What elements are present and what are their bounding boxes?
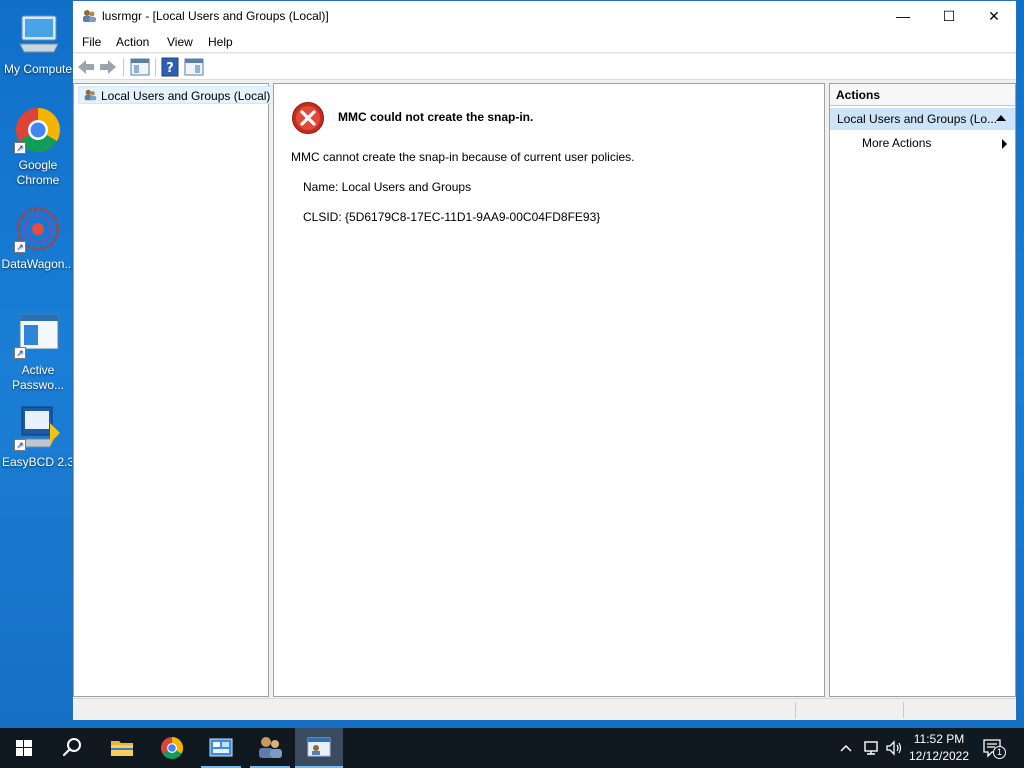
actions-pane: Actions Local Users and Groups (Lo... Mo… [829,83,1016,697]
toolbar-separator [155,58,156,76]
control-panel-icon [209,738,233,757]
chrome-icon[interactable] [148,728,196,768]
toolbar-separator [123,58,124,76]
console-tree-pane: Local Users and Groups (Local) [73,83,276,697]
desktop-icon-label: Active Passwo... [11,363,65,392]
collapse-arrow-icon[interactable] [996,115,1006,121]
maximize-button[interactable]: ☐ [926,1,972,31]
windows-start-icon[interactable] [0,728,48,768]
clock-time[interactable]: 11:52 PM [906,732,972,746]
desktop-icon-label: EasyBCD 2.3 [1,455,75,469]
svg-text:?: ? [166,61,174,76]
title-bar[interactable]: lusrmgr - [Local Users and Groups (Local… [73,1,1016,31]
status-divider [903,702,904,718]
network-icon[interactable] [862,738,882,758]
toolbar: ? [73,54,1016,80]
menu-help[interactable]: Help [208,35,233,49]
actions-section-local-users-groups[interactable]: Local Users and Groups (Lo... [830,108,1015,130]
actions-section-label: Local Users and Groups (Lo... [837,112,998,126]
datawagon-icon: ↗ [14,205,62,253]
error-snapin-name: Name: Local Users and Groups [303,180,472,194]
show-hide-tree-icon[interactable] [129,57,151,77]
action-center-button[interactable]: 1 [980,736,1006,760]
show-hide-action-pane-icon[interactable] [183,57,205,77]
menu-view[interactable]: View [167,35,193,49]
status-divider [795,702,796,718]
tree-item-local-users-groups[interactable]: Local Users and Groups (Local) [78,86,276,104]
error-message: MMC cannot create the snap-in because of… [291,150,635,164]
desktop-icon-my-computer[interactable]: My Compute [0,10,76,77]
computer-icon [14,10,62,58]
back-arrow-icon[interactable] [75,57,97,77]
actions-header: Actions [830,84,1015,106]
error-title: MMC could not create the snap-in. [338,110,534,124]
error-clsid: CLSID: {5D6179C8-17EC-11D1-9AA9-00C04FD8… [303,210,601,224]
submenu-arrow-icon [1002,139,1007,149]
desktop-icon-active-password[interactable]: ↗ Active Passwo... [0,311,76,393]
shortcut-arrow-icon: ↗ [14,347,26,359]
users-group-icon [83,10,96,22]
tree-item-label: Local Users and Groups (Local) [101,89,271,103]
taskbar-app-mmc[interactable] [295,728,343,768]
menu-action[interactable]: Action [116,35,149,49]
users-group-icon [84,89,97,101]
menu-file[interactable]: File [82,35,101,49]
desktop-icon-datawagon[interactable]: ↗ DataWagon... [0,205,76,272]
mmc-window: lusrmgr - [Local Users and Groups (Local… [72,0,1017,720]
clock-date[interactable]: 12/12/2022 [906,749,972,763]
more-actions-item[interactable]: More Actions [862,136,931,150]
search-icon[interactable] [48,728,96,768]
forward-arrow-icon[interactable] [97,57,119,77]
chrome-icon: ↗ [14,106,62,154]
window-title: lusrmgr - [Local Users and Groups (Local… [102,9,329,23]
taskbar-app-control-panel[interactable] [197,728,245,768]
users-group-icon [259,737,282,758]
desktop-icon-label: My Compute [3,62,73,76]
chevron-up-icon[interactable] [838,738,854,758]
easybcd-icon: ↗ [14,403,62,451]
result-pane: MMC could not create the snap-in. MMC ca… [273,83,825,697]
minimize-button[interactable]: — [880,1,926,31]
volume-icon[interactable] [884,738,904,758]
menu-bar: File Action View Help [73,31,1016,53]
desktop-icon-label: DataWagon... [1,257,75,271]
taskbar-app-users[interactable] [246,728,294,768]
application-window-icon: ↗ [14,311,62,359]
mmc-console-icon [307,737,331,757]
shortcut-arrow-icon: ↗ [14,142,26,154]
desktop-icon-google-chrome[interactable]: ↗ Google Chrome [0,106,76,188]
close-button[interactable]: ✕ [971,1,1017,31]
taskbar: 11:52 PM 12/12/2022 1 [0,728,1024,768]
shortcut-arrow-icon: ↗ [14,439,26,451]
notification-count-badge: 1 [993,746,1006,759]
status-bar [73,698,1016,720]
help-icon[interactable]: ? [159,57,181,77]
desktop-icon-label: Google Chrome [16,158,60,187]
desktop-icon-easybcd[interactable]: ↗ EasyBCD 2.3 [0,403,76,470]
file-explorer-icon[interactable] [98,728,146,768]
error-icon [292,102,324,134]
shortcut-arrow-icon: ↗ [14,241,26,253]
